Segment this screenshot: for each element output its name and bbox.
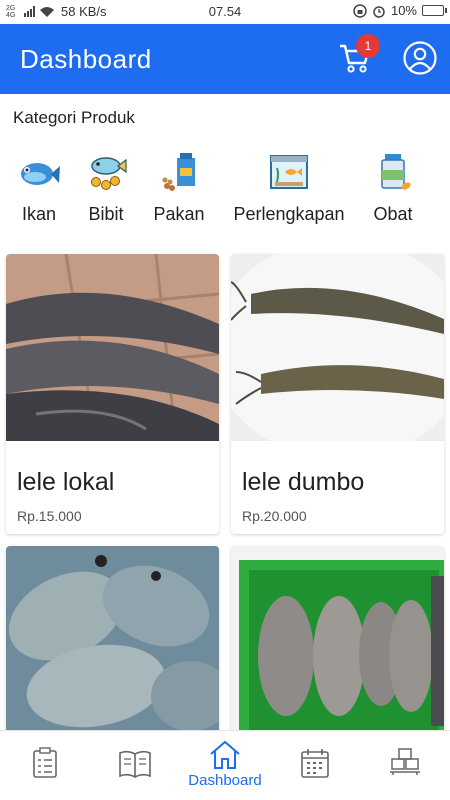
fish-seed-icon xyxy=(91,157,127,190)
book-icon xyxy=(119,750,151,778)
product-photo xyxy=(6,254,219,441)
nav-item-schedule[interactable] xyxy=(270,731,360,800)
category-label: Perlengkapan xyxy=(233,204,345,224)
product-name: lele dumbo xyxy=(242,468,365,496)
aquarium-icon xyxy=(270,155,308,189)
product-photo xyxy=(231,546,444,733)
product-price: Rp.20.000 xyxy=(242,508,307,524)
tilapia-photo xyxy=(6,546,219,733)
product-photo xyxy=(6,546,219,733)
category-list: Ikan Bibit Pakan Perlengkapan Obat xyxy=(0,144,450,236)
battery-icon xyxy=(422,5,447,16)
category-item-ikan[interactable]: Ikan xyxy=(10,144,68,236)
bottom-navigation: Dashboard xyxy=(0,730,450,800)
category-item-bibit[interactable]: Bibit xyxy=(80,144,132,236)
app-bar: Dashboard 1 xyxy=(0,24,450,94)
product-price: Rp.15.000 xyxy=(17,508,82,524)
category-item-obat[interactable]: Obat xyxy=(368,144,418,236)
home-icon xyxy=(210,740,240,769)
nav-item-stock[interactable] xyxy=(360,731,450,800)
product-card-3[interactable] xyxy=(6,546,219,746)
status-bar: 2G 4G 58 KB/s 07.54 10% xyxy=(0,0,450,24)
cart-count-badge: 1 xyxy=(356,34,380,58)
category-label: Pakan xyxy=(153,204,205,224)
product-card-lele-lokal[interactable]: lele lokal Rp.15.000 xyxy=(6,254,219,534)
calendar-icon xyxy=(301,749,329,778)
tilapia-tray-photo xyxy=(231,546,444,733)
boxes-icon xyxy=(390,748,420,775)
nav-item-orders[interactable] xyxy=(0,731,90,800)
battery-percent: 10% xyxy=(390,3,417,18)
product-photo xyxy=(231,254,444,441)
catfish-photo xyxy=(6,254,219,441)
nav-item-catalog[interactable] xyxy=(90,731,180,800)
product-card-4[interactable] xyxy=(231,546,444,746)
category-title: Kategori Produk xyxy=(13,108,135,127)
nav-label: Dashboard xyxy=(188,772,262,789)
catfish-photo xyxy=(231,254,444,441)
page-title: Dashboard xyxy=(20,44,152,74)
product-name: lele lokal xyxy=(17,468,115,496)
alarm-icon xyxy=(373,5,385,18)
profile-button[interactable] xyxy=(402,40,438,76)
fish-icon xyxy=(21,163,60,185)
category-item-perlengkapan[interactable]: Perlengkapan xyxy=(232,144,346,236)
category-label: Ikan xyxy=(21,204,57,224)
medicine-bottle-icon xyxy=(381,154,411,190)
category-item-pakan[interactable]: Pakan xyxy=(150,144,208,236)
clipboard-list-icon xyxy=(33,747,57,778)
nav-item-dashboard[interactable]: Dashboard xyxy=(180,731,270,800)
category-label: Bibit xyxy=(88,204,124,224)
fish-feed-icon xyxy=(162,153,195,191)
category-label: Obat xyxy=(373,204,413,224)
user-icon xyxy=(403,41,437,75)
status-right: 10% xyxy=(353,3,447,18)
product-card-lele-dumbo[interactable]: lele dumbo Rp.20.000 xyxy=(231,254,444,534)
lock-rotation-icon xyxy=(353,3,367,18)
